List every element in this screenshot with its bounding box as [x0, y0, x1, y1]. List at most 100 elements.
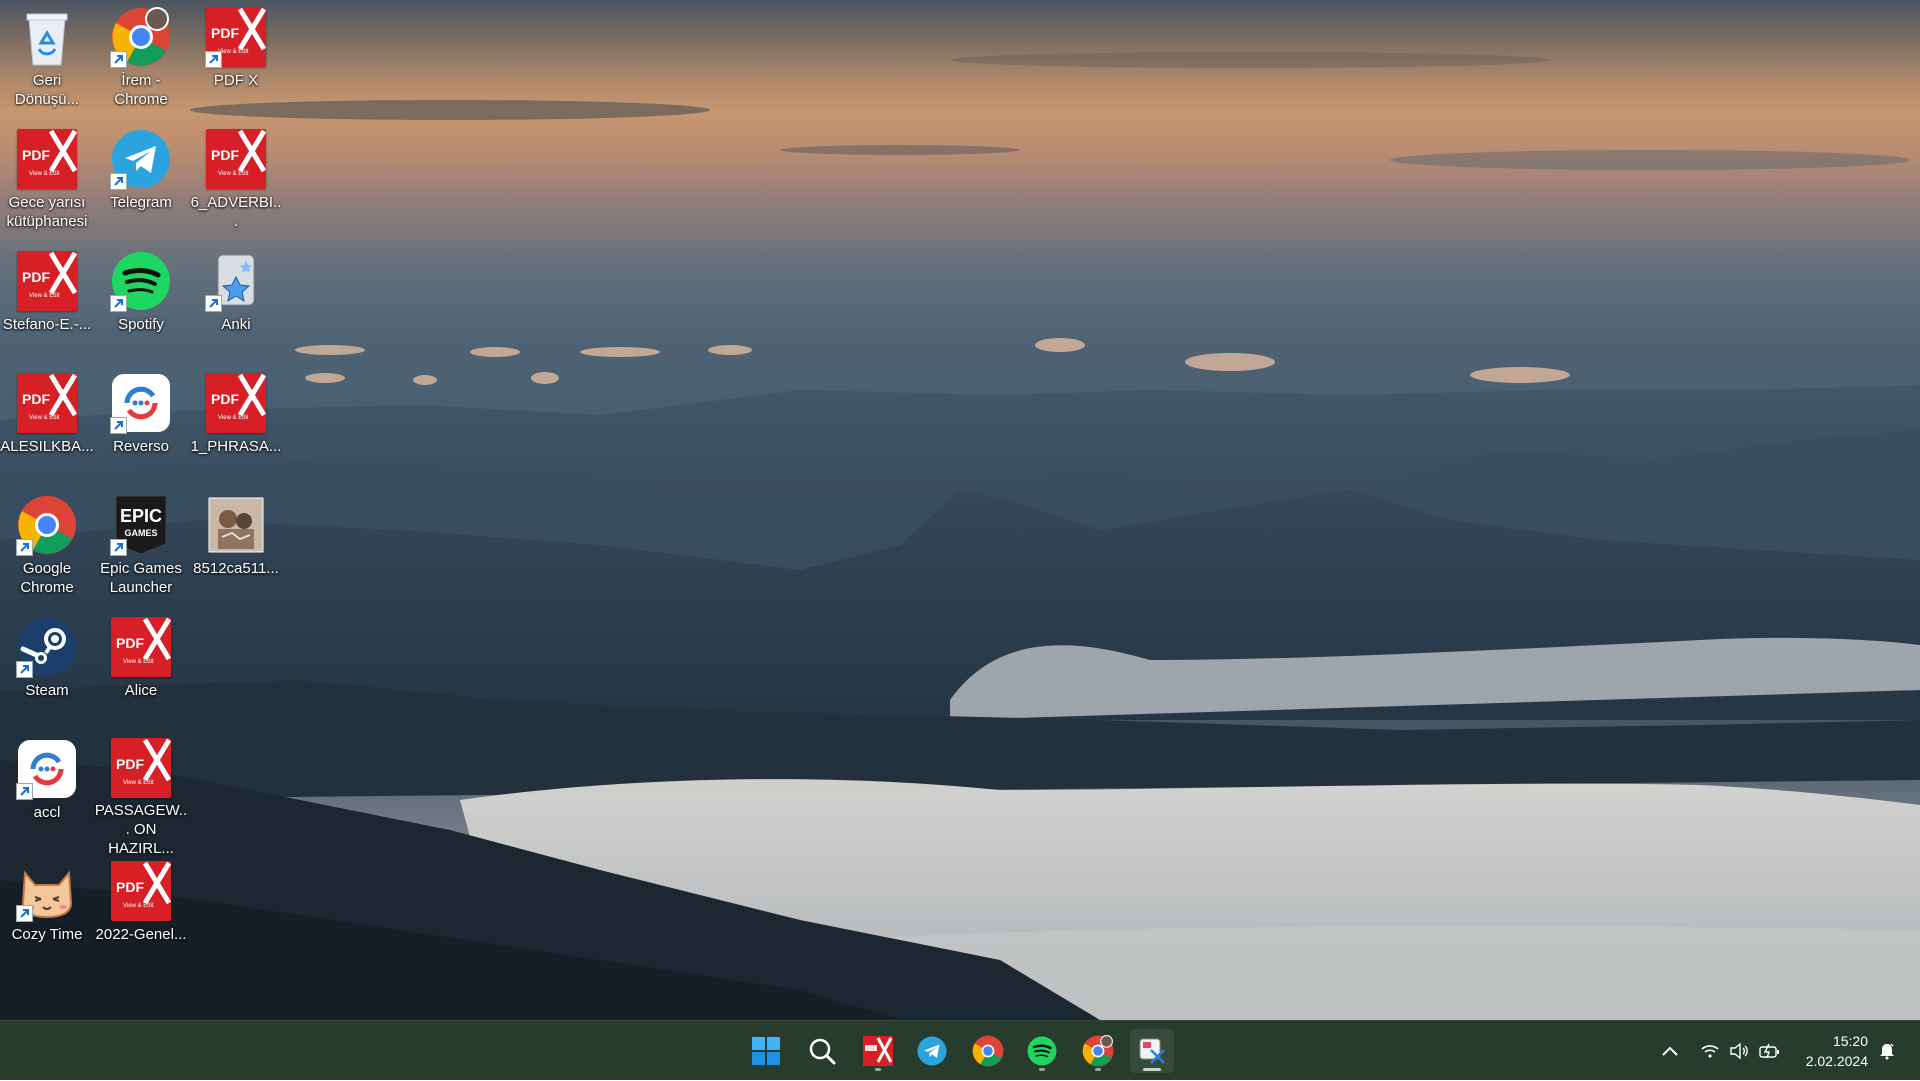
- desktop-icon-label: 6_ADVERBI...: [190, 194, 282, 230]
- desktop-icon-8512ca511[interactable]: 8512ca511...: [189, 488, 283, 604]
- taskbar-pdfx-button[interactable]: [856, 1029, 900, 1073]
- chevron-up-icon: [1662, 1046, 1678, 1056]
- pdfx-icon: PDF View & Edit: [110, 616, 172, 678]
- desktop-icon-label: Geri Dönüşü...: [14, 72, 80, 108]
- desktop-icon-pdf-x[interactable]: PDF View & Edit PDF X: [189, 0, 283, 116]
- desktop-icon-steam[interactable]: Steam: [0, 610, 94, 726]
- desktop-icon-label: İrem - Chrome: [114, 72, 168, 108]
- desktop-icon-recycle-bin[interactable]: Geri Dönüşü...: [0, 0, 94, 116]
- cozy-time-cat-icon: [16, 860, 78, 922]
- desktop-wallpaper: [0, 0, 1920, 1020]
- start-button[interactable]: [744, 1029, 788, 1073]
- taskbar-chrome-button[interactable]: [966, 1029, 1010, 1073]
- running-indicator: [1095, 1068, 1101, 1071]
- shortcut-arrow-icon: [110, 295, 127, 312]
- wifi-icon: [1701, 1045, 1719, 1058]
- notifications-button[interactable]: [1874, 1021, 1900, 1081]
- shortcut-arrow-icon: [16, 661, 33, 678]
- pdfx-icon: PDF View & Edit: [205, 6, 267, 68]
- steam-icon: [16, 616, 78, 678]
- pdfx-icon: [863, 1036, 893, 1066]
- wifi-button[interactable]: [1698, 1021, 1722, 1081]
- desktop-icon-1-phrasa[interactable]: PDF View & Edit 1_PHRASA...: [189, 366, 283, 482]
- telegram-icon: [110, 128, 172, 190]
- image-thumbnail-icon: [205, 494, 267, 556]
- running-indicator: [875, 1068, 881, 1071]
- taskbar-search-button[interactable]: [800, 1029, 844, 1073]
- pdfx-icon: PDF View & Edit: [16, 372, 78, 434]
- start-icon: [752, 1037, 780, 1065]
- desktop-icon-passagew[interactable]: PDF View & Edit PASSAGEW... ON HAZIRL...: [94, 732, 188, 857]
- shortcut-arrow-icon: [16, 539, 33, 556]
- taskbar-snipping-tool-button[interactable]: [1130, 1029, 1174, 1073]
- pdfx-icon: PDF View & Edit: [110, 738, 172, 798]
- desktop-icon-label: 2022-Genel...: [95, 926, 187, 943]
- epic-games-icon: EPIC GAMES: [110, 494, 172, 556]
- desktop-icon-label: PDF X: [213, 72, 259, 89]
- telegram-icon: [917, 1036, 947, 1066]
- shortcut-arrow-icon: [16, 905, 33, 922]
- anki-icon: [205, 250, 267, 312]
- clock-date: 2.02.2024: [1805, 1053, 1868, 1069]
- recycle-bin-icon: [16, 6, 78, 68]
- shortcut-arrow-icon: [110, 173, 127, 190]
- desktop-icon-accl[interactable]: accl: [0, 732, 94, 848]
- show-hidden-icons-button[interactable]: [1656, 1021, 1684, 1081]
- system-clock[interactable]: 15:20 2.02.2024: [1806, 1031, 1868, 1071]
- shortcut-arrow-icon: [110, 51, 127, 68]
- desktop-icon-label: Telegram: [110, 194, 172, 211]
- svg-text:EPIC: EPIC: [120, 506, 162, 526]
- desktop-icon-label: PASSAGEW... ON HAZIRL...: [94, 802, 188, 857]
- taskbar: 15:20 2.02.2024: [0, 1020, 1920, 1080]
- shortcut-arrow-icon: [110, 417, 127, 434]
- desktop-icon-irem-chrome[interactable]: İrem - Chrome: [94, 0, 188, 116]
- pdfx-icon: PDF View & Edit: [110, 860, 172, 922]
- desktop-icon-label: 1_PHRASA...: [190, 438, 282, 455]
- desktop-icon-label: Spotify: [118, 316, 164, 333]
- pdfx-icon: PDF View & Edit: [16, 128, 78, 190]
- volume-button[interactable]: [1728, 1021, 1752, 1081]
- spotify-icon: [110, 250, 172, 312]
- desktop-icon-gece-yarisi[interactable]: PDF View & Edit Gece yarısı kütüphanesi: [0, 122, 94, 238]
- desktop-icon-google-chrome[interactable]: Google Chrome: [0, 488, 94, 604]
- reverso-icon: [16, 738, 78, 800]
- desktop-icon-label: Steam: [25, 682, 69, 699]
- desktop-icon-stefano[interactable]: PDF View & Edit Stefano-E.-...: [0, 244, 94, 360]
- search-icon: [809, 1038, 836, 1065]
- chrome-icon: [972, 1035, 1004, 1067]
- taskbar-chrome-profile-button[interactable]: [1076, 1029, 1120, 1073]
- desktop-icon-2022-genel[interactable]: PDF View & Edit 2022-Genel...: [94, 854, 188, 970]
- pdfx-icon: PDF View & Edit: [16, 250, 78, 312]
- clock-time: 15:20: [1832, 1033, 1868, 1049]
- desktop-icon-label: Google Chrome: [20, 560, 74, 596]
- battery-button[interactable]: [1758, 1021, 1782, 1081]
- reverso-icon: [110, 372, 172, 434]
- taskbar-telegram-button[interactable]: [910, 1029, 954, 1073]
- running-indicator: [1039, 1068, 1045, 1071]
- desktop-icon-spotify[interactable]: Spotify: [94, 244, 188, 360]
- chrome-profile-icon: [1082, 1035, 1114, 1067]
- spotify-icon: [1027, 1036, 1057, 1066]
- pdfx-icon: PDF View & Edit: [205, 128, 267, 190]
- desktop-icon-label: Gece yarısı kütüphanesi: [6, 194, 88, 230]
- desktop-icon-epic-games[interactable]: EPIC GAMES Epic Games Launcher: [94, 488, 188, 604]
- taskbar-spotify-button[interactable]: [1020, 1029, 1064, 1073]
- pdfx-icon: PDF View & Edit: [205, 372, 267, 434]
- desktop-icon-alice[interactable]: PDF View & Edit Alice: [94, 610, 188, 726]
- shortcut-arrow-icon: [205, 295, 222, 312]
- desktop-icon-label: Epic Games Launcher: [100, 560, 182, 596]
- shortcut-arrow-icon: [205, 51, 222, 68]
- desktop-icon-alesilkba[interactable]: PDF View & Edit ALESILKBA...: [0, 366, 94, 482]
- volume-icon: [1730, 1043, 1748, 1059]
- desktop-icon-telegram[interactable]: Telegram: [94, 122, 188, 238]
- desktop-icon-label: accl: [33, 804, 61, 821]
- desktop-icon-anki[interactable]: Anki: [189, 244, 283, 360]
- desktop-icon-label: Reverso: [113, 438, 169, 455]
- svg-text:GAMES: GAMES: [124, 528, 157, 538]
- desktop-icon-6-adverbi[interactable]: PDF View & Edit 6_ADVERBI...: [189, 122, 283, 238]
- shortcut-arrow-icon: [110, 539, 127, 556]
- shortcut-arrow-icon: [16, 783, 33, 800]
- desktop-icon-cozy-time[interactable]: Cozy Time: [0, 854, 94, 970]
- chrome-icon: [16, 494, 78, 556]
- desktop-icon-reverso[interactable]: Reverso: [94, 366, 188, 482]
